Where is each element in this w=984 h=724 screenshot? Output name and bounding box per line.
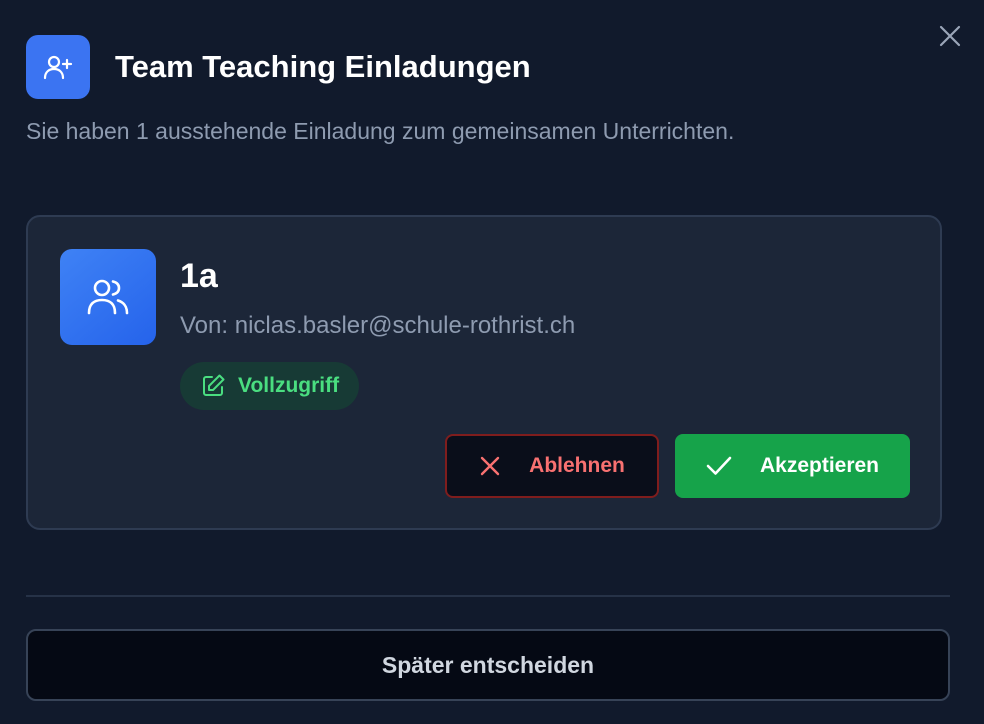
x-icon	[479, 455, 501, 477]
invitation-sender: Von: niclas.basler@schule-rothrist.ch	[180, 312, 576, 339]
close-icon	[939, 25, 961, 47]
access-badge-label: Vollzugriff	[238, 374, 340, 397]
users-icon	[60, 249, 156, 345]
accept-button[interactable]: Akzeptieren	[675, 434, 910, 498]
divider	[26, 595, 950, 597]
invitation-card: 1a Von: niclas.basler@schule-rothrist.ch…	[26, 215, 942, 530]
decide-later-label: Später entscheiden	[381, 651, 595, 678]
access-badge: Vollzugriff	[180, 362, 360, 410]
dialog-subtitle: Sie haben 1 ausstehende Einladung zum ge…	[26, 118, 735, 144]
user-plus-icon	[26, 35, 90, 99]
reject-button-label: Ablehnen	[529, 454, 625, 477]
accept-button-label: Akzeptieren	[759, 454, 880, 477]
decide-later-button[interactable]: Später entscheiden	[26, 629, 950, 701]
edit-icon	[200, 373, 226, 399]
team-teaching-dialog: Team Teaching Einladungen Sie haben 1 au…	[0, 0, 984, 724]
dialog-title: Team Teaching Einladungen	[115, 49, 531, 84]
close-button[interactable]	[934, 20, 966, 52]
reject-button[interactable]: Ablehnen	[445, 434, 659, 498]
check-icon	[706, 455, 732, 477]
class-name: 1a	[180, 257, 218, 295]
